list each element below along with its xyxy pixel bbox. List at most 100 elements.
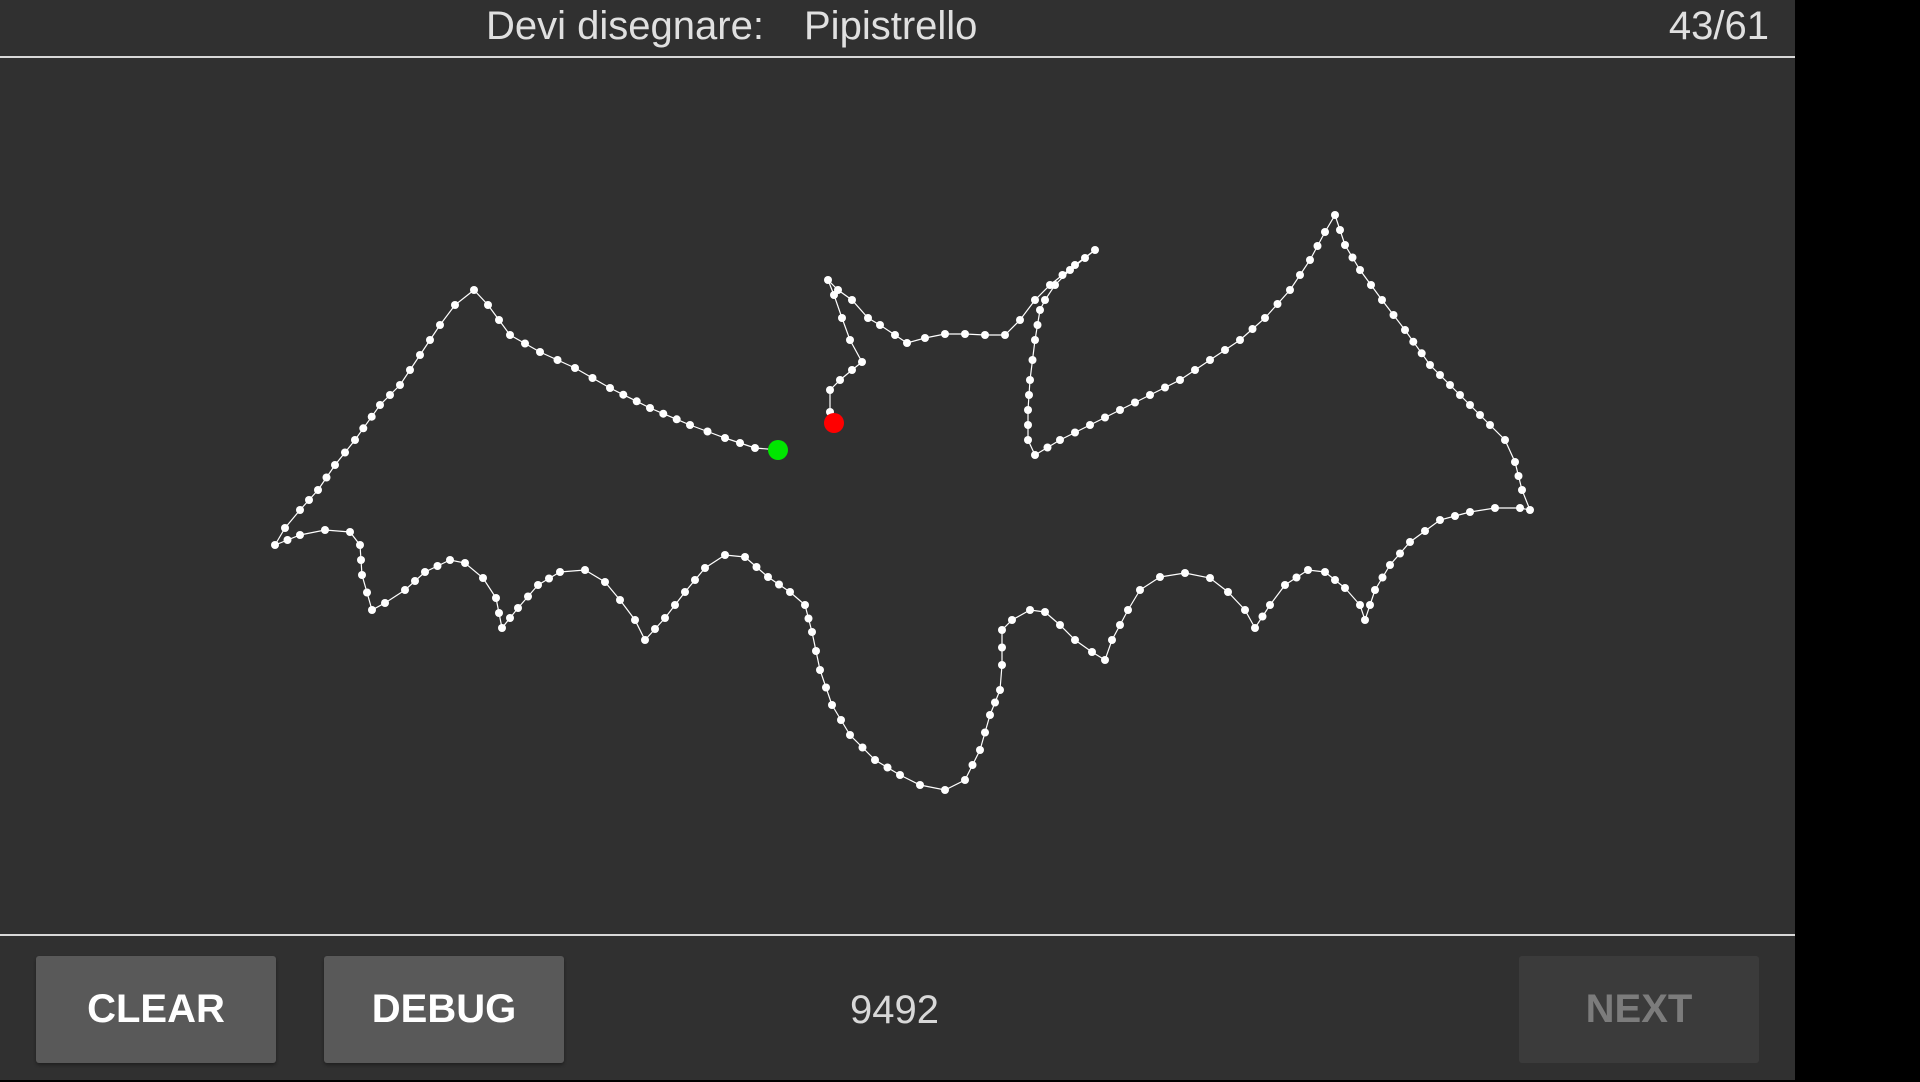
stroke-point (521, 339, 529, 348)
stroke-point (1031, 336, 1039, 344)
stroke-point (1016, 316, 1024, 324)
stroke-point (514, 604, 522, 612)
stroke-point (848, 366, 856, 374)
stroke-point (1491, 504, 1499, 512)
stroke-point (968, 761, 977, 769)
stroke-point (1356, 601, 1364, 609)
stroke-point (1116, 406, 1124, 414)
stroke-point (1206, 574, 1214, 582)
stroke-point (1321, 228, 1329, 236)
stroke-point (858, 743, 867, 752)
stroke-point (1136, 586, 1144, 594)
stroke-point (1008, 616, 1016, 624)
stroke-point (426, 336, 434, 344)
stroke-point (1108, 636, 1116, 644)
stroke-point (646, 404, 654, 412)
stroke-point (1436, 516, 1444, 524)
stroke-point (1101, 656, 1109, 664)
stroke-point (1371, 586, 1379, 594)
stroke-point (1366, 601, 1374, 609)
stroke-point (1028, 356, 1037, 364)
drawing-canvas[interactable] (0, 58, 1795, 934)
stroke-point (1389, 311, 1398, 319)
stroke-point (681, 588, 689, 596)
stroke-point (1024, 436, 1032, 444)
stroke-point (492, 594, 500, 602)
stroke-point (1156, 573, 1164, 581)
stroke-point (296, 531, 304, 539)
stroke-point (775, 580, 783, 589)
progress-counter: 43/61 (1668, 4, 1769, 48)
stroke-point (998, 626, 1006, 634)
next-button[interactable]: NEXT (1519, 956, 1759, 1063)
stroke-point (356, 541, 364, 549)
stroke-point (1025, 391, 1033, 399)
stroke-point (1031, 451, 1039, 459)
stroke-end-marker (824, 413, 844, 433)
stroke-point (1043, 443, 1052, 452)
stroke-point (1421, 527, 1429, 535)
stroke-point (1286, 286, 1294, 294)
stroke-point (1426, 361, 1434, 369)
stroke-point (1181, 569, 1189, 577)
stroke-point (1367, 281, 1375, 289)
stroke-point (1516, 504, 1524, 512)
stroke-point (916, 781, 924, 789)
stroke-point (1116, 621, 1124, 629)
stroke-point (1466, 401, 1474, 409)
stroke-point (804, 614, 813, 623)
stroke-point (1241, 606, 1249, 614)
stroke-point (381, 599, 389, 607)
stroke-point (376, 401, 384, 409)
stroke-point (363, 588, 371, 597)
stroke-point (1161, 383, 1169, 392)
stroke-point (1304, 566, 1312, 574)
stroke-point (828, 701, 836, 709)
stroke-point (1518, 486, 1526, 494)
stroke-point (961, 330, 969, 338)
stroke-point (998, 661, 1006, 669)
stroke-point (495, 609, 503, 617)
stroke-point (686, 421, 694, 429)
stroke-point (283, 536, 292, 544)
stroke-point (838, 314, 846, 322)
stroke-point (641, 636, 649, 644)
stroke-point (401, 586, 409, 594)
stroke-point (661, 614, 669, 622)
score-value: 9492 (850, 988, 939, 1032)
stroke-point (436, 321, 444, 329)
stroke-point (876, 321, 884, 329)
drawn-stroke (273, 213, 1531, 791)
stroke-point (524, 592, 532, 601)
debug-button[interactable]: DEBUG (324, 956, 564, 1063)
stroke-point (671, 601, 679, 609)
stroke-point (470, 286, 478, 294)
stroke-point (1356, 266, 1364, 274)
stroke-point (421, 568, 429, 576)
stroke-point (837, 716, 845, 724)
stroke-point (846, 336, 854, 344)
stroke-point (871, 756, 879, 764)
stroke-point (296, 506, 304, 514)
stroke-point (672, 415, 681, 424)
stroke-point (1361, 616, 1369, 624)
stroke-point (1046, 281, 1054, 289)
stroke-point (1401, 326, 1409, 334)
stroke-point (701, 564, 709, 572)
stroke-point (451, 301, 459, 309)
clear-button[interactable]: CLEAR (36, 956, 276, 1063)
stroke-point (461, 559, 469, 567)
stroke-point (1101, 413, 1109, 422)
stroke-point (536, 348, 544, 356)
stroke-point (1191, 366, 1199, 374)
stroke-point (1466, 508, 1474, 516)
stroke-point (495, 316, 503, 324)
stroke-point (1348, 253, 1357, 262)
stroke-point (1341, 241, 1349, 249)
stroke-point (1331, 576, 1339, 584)
stroke-point (1386, 561, 1394, 569)
stroke-point (1436, 371, 1444, 379)
stroke-point (1248, 325, 1257, 333)
stroke-point (921, 334, 929, 342)
stroke-point (986, 711, 994, 719)
